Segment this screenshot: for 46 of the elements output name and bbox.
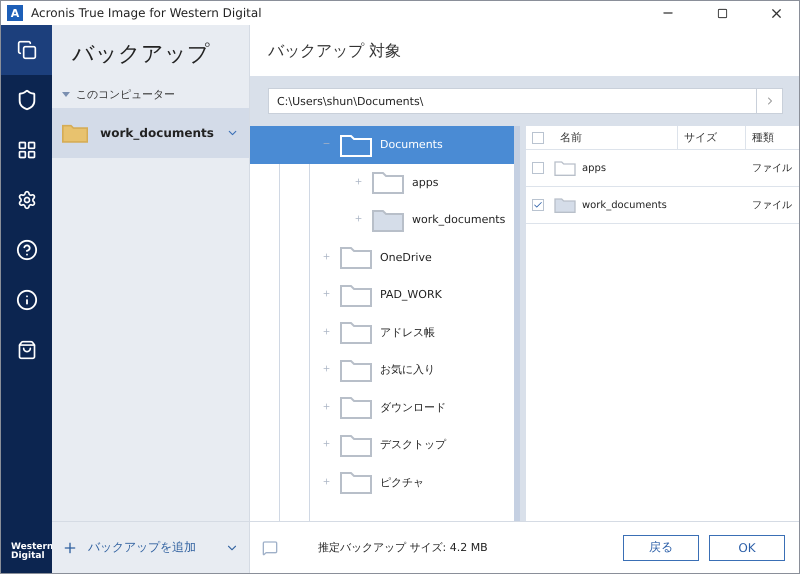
bag-icon <box>16 340 36 360</box>
ok-button[interactable]: OK <box>709 534 785 560</box>
tree-item[interactable]: アドレス帳 <box>250 314 514 351</box>
backup-icon <box>16 40 36 60</box>
brand-logo: Western Digital <box>10 543 52 563</box>
go-button[interactable] <box>757 88 783 114</box>
grid-icon <box>16 140 36 160</box>
tree-item[interactable]: ピクチャ <box>250 464 514 501</box>
checkbox[interactable] <box>532 162 544 174</box>
back-button[interactable]: 戻る <box>623 534 699 560</box>
settings-icon <box>16 190 36 210</box>
add-backup-button[interactable]: バックアップを追加 <box>52 521 249 573</box>
tree-item[interactable]: work_documents <box>250 201 514 238</box>
backup-item[interactable]: work_documents <box>52 108 249 158</box>
table-cell-text: work_documents <box>581 198 668 212</box>
estimate-text: 推定バックアップ サイズ: 4.2 MB <box>318 540 489 555</box>
folder-icon <box>554 160 576 176</box>
plus-icon <box>62 540 78 556</box>
tree-item[interactable]: デスクトップ <box>250 426 514 464</box>
table-cell-text: ファイル <box>751 199 793 213</box>
comment-icon <box>262 540 278 556</box>
path-field[interactable]: C:\Users\shun\Documents\ <box>268 88 757 114</box>
sidebar-title: バックアップ <box>71 41 211 69</box>
info-icon <box>16 289 38 311</box>
checkbox[interactable] <box>532 199 544 211</box>
tree-item[interactable]: apps <box>250 164 514 201</box>
table-cell-text: apps <box>581 162 608 176</box>
main-title: バックアップ 対象 <box>267 40 402 62</box>
nav-item[interactable] <box>1 25 52 75</box>
table-cell-text: ファイル <box>751 162 793 176</box>
column-header[interactable]: 種類 <box>746 126 796 149</box>
tree-item[interactable]: お気に入り <box>250 351 514 388</box>
tree-item[interactable]: ダウンロード <box>250 388 514 426</box>
app-logo: A <box>7 5 23 21</box>
maximize-icon <box>716 8 728 18</box>
tree-item[interactable]: PAD_WORK <box>250 276 514 314</box>
tree-item[interactable]: OneDrive <box>250 238 514 276</box>
help-icon <box>16 239 38 261</box>
folder-icon <box>554 197 576 213</box>
tree-item[interactable]: Documents <box>250 126 514 164</box>
checkbox[interactable] <box>532 132 544 144</box>
column-header[interactable]: サイズ <box>678 126 746 149</box>
column-header[interactable]: 名前 <box>554 126 678 149</box>
folder-icon <box>62 122 88 144</box>
group-header[interactable]: このコンピューター <box>52 81 249 108</box>
window-title: Acronis True Image for Western Digital <box>31 6 263 20</box>
